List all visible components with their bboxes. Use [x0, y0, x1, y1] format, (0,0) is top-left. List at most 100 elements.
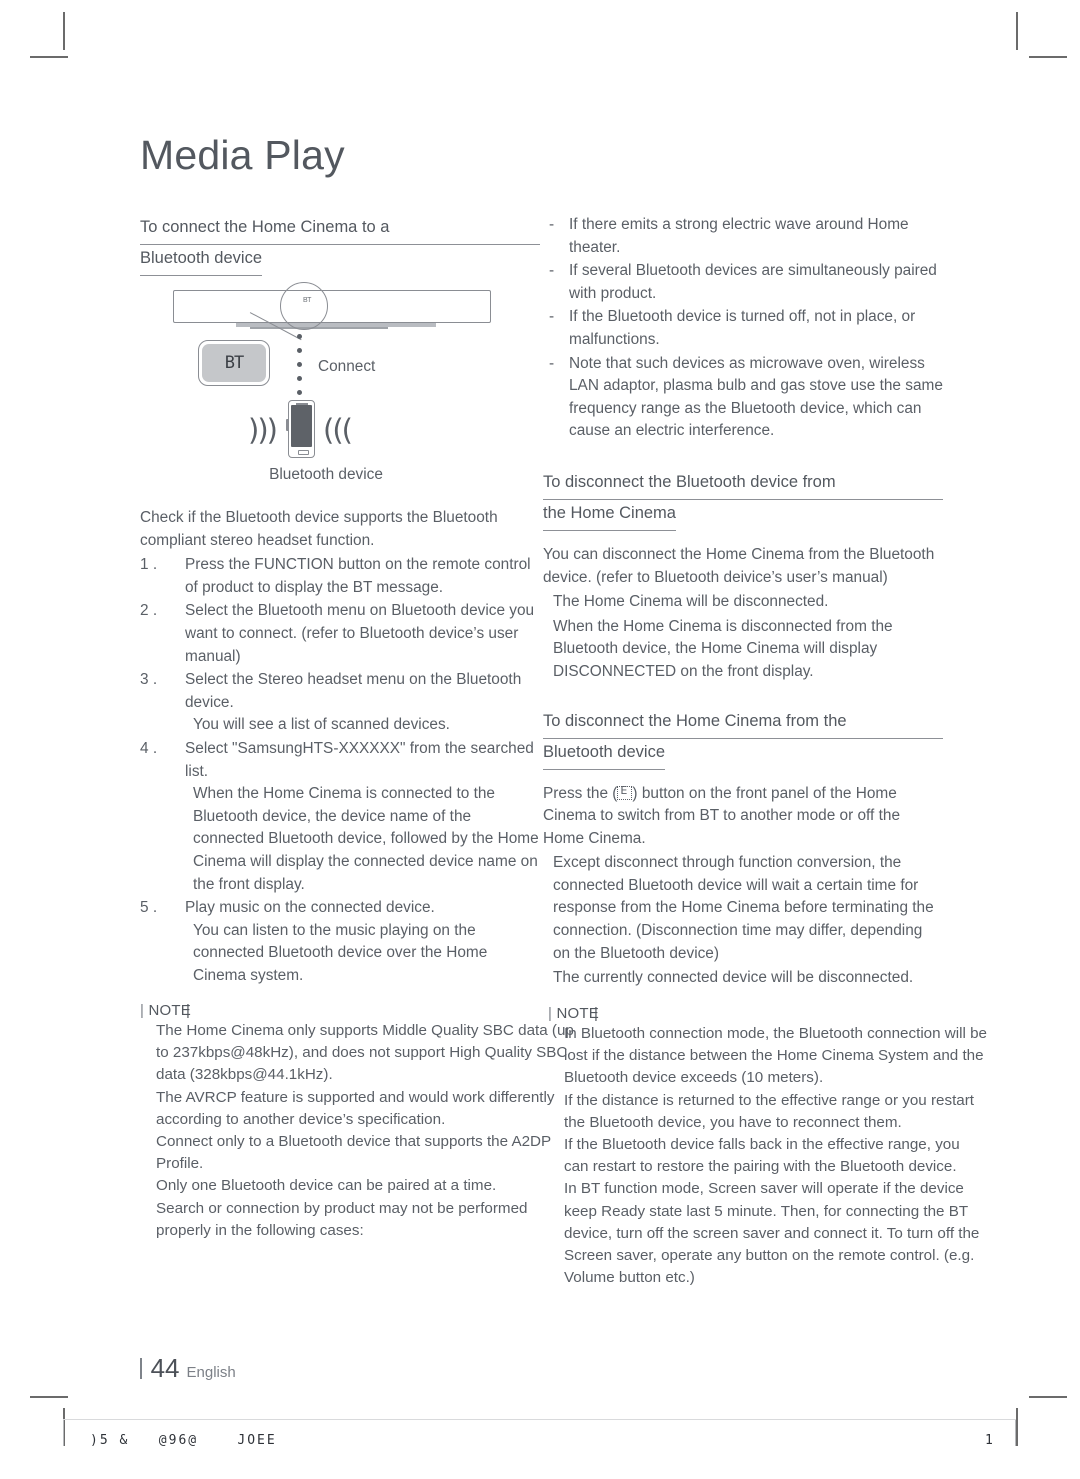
- section-heading-disconnect-device-line1: To disconnect the Bluetooth device from: [543, 469, 943, 500]
- disconnect-cinema-body: Press the () button on the front panel o…: [543, 783, 943, 851]
- footer-rule: [63, 1419, 1016, 1420]
- crop-mark-bottom-left-horizontal: [30, 1396, 68, 1398]
- step-text: Select "SamsungHTS-XXXXXX" from the sear…: [185, 739, 534, 780]
- note-left-bar: |: [140, 1002, 145, 1019]
- section-heading-disconnect-cinema-line1: To disconnect the Home Cinema from the: [543, 708, 943, 739]
- signal-wave-left-icon: ))): [248, 413, 278, 447]
- right-column: If there emits a strong electric wave ar…: [543, 214, 943, 992]
- footer-bar: [140, 1358, 142, 1379]
- footer-code: )5 & @96@ JOEE: [90, 1433, 277, 1448]
- left-column-body: Check if the Bluetooth device supports t…: [140, 507, 540, 988]
- list-item: Search or connection by product may not …: [156, 1199, 528, 1239]
- disconnect-cinema-bullet-2: The currently connected device will be d…: [553, 969, 914, 987]
- page-language: English: [186, 1364, 236, 1381]
- list-item: The AVRCP feature is supported and would…: [156, 1088, 555, 1128]
- step-text: Press the FUNCTION button on the remote …: [185, 556, 531, 596]
- dot: [297, 348, 302, 353]
- section-heading-connect: To connect the Home Cinema to a Bluetoot…: [140, 214, 540, 276]
- list-item: 4 . Select "SamsungHTS-XXXXXX" from the …: [140, 738, 540, 896]
- footer-sheet-number: 1: [985, 1433, 993, 1448]
- crop-mark-top-left-vertical: [63, 12, 65, 50]
- step-text: Select the Bluetooth menu on Bluetooth d…: [185, 602, 535, 665]
- list-item: The Home Cinema only supports Middle Qua…: [156, 1022, 574, 1084]
- note-left-label: NOTE: [148, 1002, 191, 1019]
- disconnect-cinema-body-before: Press the (: [543, 784, 618, 802]
- list-item: If several Bluetooth devices are simulta…: [543, 260, 943, 305]
- step-number: 5 .: [140, 899, 158, 917]
- footer-tick-left: [63, 1420, 65, 1446]
- note-right-bar: |: [548, 1005, 553, 1022]
- note-right-label: NOTE: [556, 1005, 599, 1022]
- section-heading-disconnect-device-line2: the Home Cinema: [543, 500, 676, 531]
- step-number: 2 .: [140, 602, 158, 620]
- note-right-header: | NOTE|: [548, 1005, 988, 1022]
- step-number: 1 .: [140, 556, 158, 574]
- list-item: If the distance is returned to the effec…: [564, 1091, 975, 1131]
- list-item: If the Bluetooth device is turned off, n…: [543, 306, 943, 351]
- section-heading-connect-line1: To connect the Home Cinema to a: [140, 214, 540, 245]
- page-number: 44: [150, 1353, 180, 1383]
- list-item: In Bluetooth connection mode, the Blueto…: [564, 1025, 988, 1087]
- note-right-tail-glyph: |: [593, 1005, 599, 1022]
- dot: [297, 362, 302, 367]
- page-footer: 44 English: [140, 1353, 236, 1384]
- note-left-tail-glyph: |: [185, 1002, 191, 1019]
- list-item: Connect only to a Bluetooth device that …: [156, 1133, 551, 1173]
- soundbar-illustration: [173, 290, 491, 323]
- note-left-list: The Home Cinema only supports Middle Qua…: [140, 1020, 580, 1242]
- list-item: 1 . Press the FUNCTION button on the rem…: [140, 554, 540, 599]
- dot: [297, 334, 302, 339]
- note-box-right: | NOTE| In Bluetooth connection mode, th…: [548, 1005, 988, 1289]
- crop-mark-top-left-horizontal: [30, 56, 68, 58]
- list-item: If the Bluetooth device falls back in th…: [564, 1136, 960, 1176]
- list-item: Only one Bluetooth device can be paired …: [156, 1177, 497, 1195]
- list-item: 2 . Select the Bluetooth menu on Bluetoo…: [140, 600, 540, 668]
- crop-mark-top-right-vertical: [1016, 12, 1018, 50]
- list-item: Note that such devices as microwave oven…: [543, 353, 943, 443]
- list-item: 5 . Play music on the connected device. …: [140, 897, 540, 987]
- connect-intro-text: Check if the Bluetooth device supports t…: [140, 509, 498, 549]
- section-heading-connect-line2: Bluetooth device: [140, 245, 263, 276]
- section-heading-disconnect-cinema: To disconnect the Home Cinema from the B…: [543, 708, 943, 770]
- section-heading-disconnect-cinema-line2: Bluetooth device: [543, 739, 666, 770]
- step-subtext: You will see a list of scanned devices.: [193, 716, 450, 734]
- phone-speaker: [296, 403, 308, 405]
- step-subtext: You can listen to the music playing on t…: [193, 921, 488, 984]
- note-right-list: In Bluetooth connection mode, the Blueto…: [548, 1023, 988, 1289]
- soundbar-shadow-inner: [250, 327, 388, 329]
- disconnect-device-bullet-2: When the Home Cinema is disconnected fro…: [553, 617, 893, 680]
- step-number: 3 .: [140, 671, 158, 689]
- note-box-left: | NOTE| The Home Cinema only supports Mi…: [140, 1002, 580, 1242]
- magnifier-bt-label: BT: [303, 297, 311, 304]
- phone-screen: [291, 405, 312, 447]
- disconnect-device-body: You can disconnect the Home Cinema from …: [543, 545, 935, 586]
- page-title: Media Play: [140, 132, 345, 178]
- list-item: If there emits a strong electric wave ar…: [543, 214, 943, 259]
- bt-display-label: BT: [202, 344, 266, 382]
- phone-illustration: [286, 400, 315, 458]
- list-item: 3 . Select the Stereo headset menu on th…: [140, 669, 540, 737]
- connect-label: Connect: [318, 358, 376, 375]
- step-text: Select the Stereo headset menu on the Bl…: [185, 671, 522, 711]
- disconnect-device-bullet-1: The Home Cinema will be disconnected.: [553, 593, 829, 611]
- step-number: 4 .: [140, 739, 158, 757]
- signal-wave-right-icon: (((: [323, 413, 353, 447]
- footer-tick-right: [1015, 1420, 1017, 1446]
- disconnect-cinema-bullet-1: Except disconnect through function conve…: [553, 854, 934, 962]
- bluetooth-device-label: Bluetooth device: [269, 466, 383, 483]
- phone-home-button: [298, 450, 309, 455]
- note-left-header: | NOTE|: [140, 1002, 580, 1019]
- magnifier-circle-icon: BT: [280, 282, 328, 330]
- connect-steps-list: 1 . Press the FUNCTION button on the rem…: [140, 554, 540, 987]
- dot: [297, 376, 302, 381]
- bt-display-box: BT: [198, 340, 270, 386]
- interference-conditions-list: If there emits a strong electric wave ar…: [543, 214, 943, 443]
- front-panel-button-icon: [617, 784, 633, 800]
- step-text: Play music on the connected device.: [185, 899, 435, 917]
- step-subtext: When the Home Cinema is connected to the…: [193, 785, 539, 893]
- crop-mark-bottom-right-horizontal: [1029, 1396, 1067, 1398]
- connection-dots: [297, 334, 302, 395]
- dot: [297, 390, 302, 395]
- bluetooth-connection-diagram: BT BT Connect ))) ((( Bluetooth device: [140, 278, 540, 503]
- phone-side-button: [286, 419, 289, 431]
